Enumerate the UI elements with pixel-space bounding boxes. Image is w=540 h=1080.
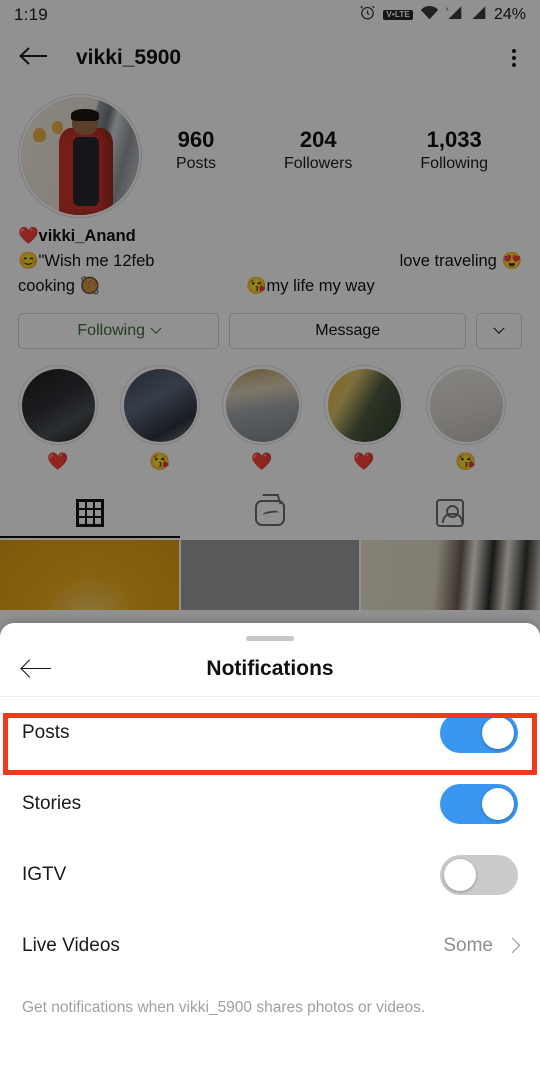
highlight-label: ❤️ [47,452,69,472]
highlight-item[interactable]: 😘 [120,365,200,470]
sheet-title: Notifications [206,656,334,680]
svg-text:x: x [446,6,449,12]
row-label: Stories [22,792,82,814]
tagged-tab[interactable] [360,488,540,538]
notification-row-stories[interactable]: Stories [22,768,518,839]
sheet-header: Notifications [0,641,540,697]
stat-following[interactable]: 1,033 Following [420,127,488,173]
bio-display-name: ❤️vikki_Anand [18,227,136,245]
volte-icon: V•LTE [383,9,413,21]
bio-line-2-right: love traveling 😍 [399,252,522,271]
igtv-icon [255,500,285,527]
notification-row-live-videos[interactable]: Live Videos Some [22,910,521,981]
following-button[interactable]: Following [18,313,220,350]
chevron-right-icon [504,937,521,954]
chevron-down-icon [150,322,162,335]
profile-stats: 960 Posts 204 Followers 1,033 Following [142,94,522,173]
status-time: 1:19 [14,5,48,24]
message-button[interactable]: Message [229,313,466,350]
chevron-down-icon [493,322,505,335]
notification-row-posts[interactable]: Posts [22,697,518,768]
signal-icon: x [446,5,463,26]
followers-label: Followers [283,155,353,173]
profile-header: 960 Posts 204 Followers 1,033 Following [0,86,540,218]
highlight-item[interactable]: 😘 [426,365,506,470]
row-label: Live Videos [22,934,120,956]
back-arrow-icon[interactable] [18,45,48,72]
alarm-icon [359,4,376,26]
profile-bio: ❤️vikki_Anand 😊"Wish me 12feb love trave… [0,218,540,299]
highlight-item[interactable]: ❤️ [18,365,98,470]
profile-actions: Following Message [0,299,540,350]
profile-tabs [0,488,540,538]
back-arrow-icon[interactable] [22,659,52,679]
avatar[interactable] [18,94,142,218]
stat-followers[interactable]: 204 Followers [284,127,352,173]
post-thumbnail[interactable] [180,540,360,611]
igtv-tab[interactable] [180,488,360,538]
posts-toggle[interactable] [440,712,518,753]
posts-label: Posts [175,155,216,173]
notifications-bottom-sheet: Notifications Posts Stories IGTV Live Vi… [0,623,540,1080]
screen: 1:19 V•LTE x 24% vikki_5900 960 Posts 20… [0,0,540,1080]
page-title: vikki_5900 [76,46,182,69]
highlight-label: 😘 [149,452,171,472]
sheet-footer-text: Get notifications when vikki_5900 shares… [22,999,426,1016]
battery-level: 24% [493,6,526,23]
row-label: IGTV [22,863,67,885]
profile-navbar: vikki_5900 [0,30,540,86]
highlight-label: 😘 [455,452,477,472]
posts-grid [0,540,540,611]
notification-row-igtv[interactable]: IGTV [22,839,518,910]
grid-icon [76,499,104,528]
bio-line-2-left: 😊"Wish me 12feb [18,252,155,271]
tagged-icon [436,499,464,528]
following-label: Following [420,155,488,173]
wifi-icon [420,5,439,26]
bio-line-3-mid: 😘my life my way [246,277,375,296]
highlight-label: ❤️ [353,452,375,472]
signal-icon [470,5,487,26]
grid-tab[interactable] [0,488,180,538]
message-label: Message [315,322,381,340]
highlight-label: ❤️ [251,452,273,472]
followers-count: 204 [299,127,337,152]
more-actions-button[interactable] [476,313,522,350]
post-thumbnail[interactable] [361,540,540,611]
post-thumbnail[interactable] [0,540,179,611]
status-icons: V•LTE x 24% [359,4,526,26]
highlight-item[interactable]: ❤️ [324,365,404,470]
posts-count: 960 [177,127,215,152]
row-label: Posts [22,721,70,743]
more-options-icon[interactable] [506,43,522,73]
notification-settings-list: Posts Stories IGTV Live Videos Some [0,697,540,981]
stat-posts[interactable]: 960 Posts [176,127,216,173]
status-bar: 1:19 V•LTE x 24% [0,0,540,30]
following-label: Following [77,322,145,340]
bio-line-3-left: cooking 🥘 [18,277,101,296]
bio-line-3: cooking 🥘 😘my life my way [18,274,522,299]
following-count: 1,033 [426,127,482,152]
highlight-item[interactable]: ❤️ [222,365,302,470]
live-videos-value: Some [443,934,493,956]
stories-toggle[interactable] [440,783,518,824]
bio-line-2: 😊"Wish me 12feb love traveling 😍 [18,249,522,274]
igtv-toggle[interactable] [440,854,518,895]
story-highlights: ❤️ 😘 ❤️ ❤️ 😘 [0,349,540,470]
